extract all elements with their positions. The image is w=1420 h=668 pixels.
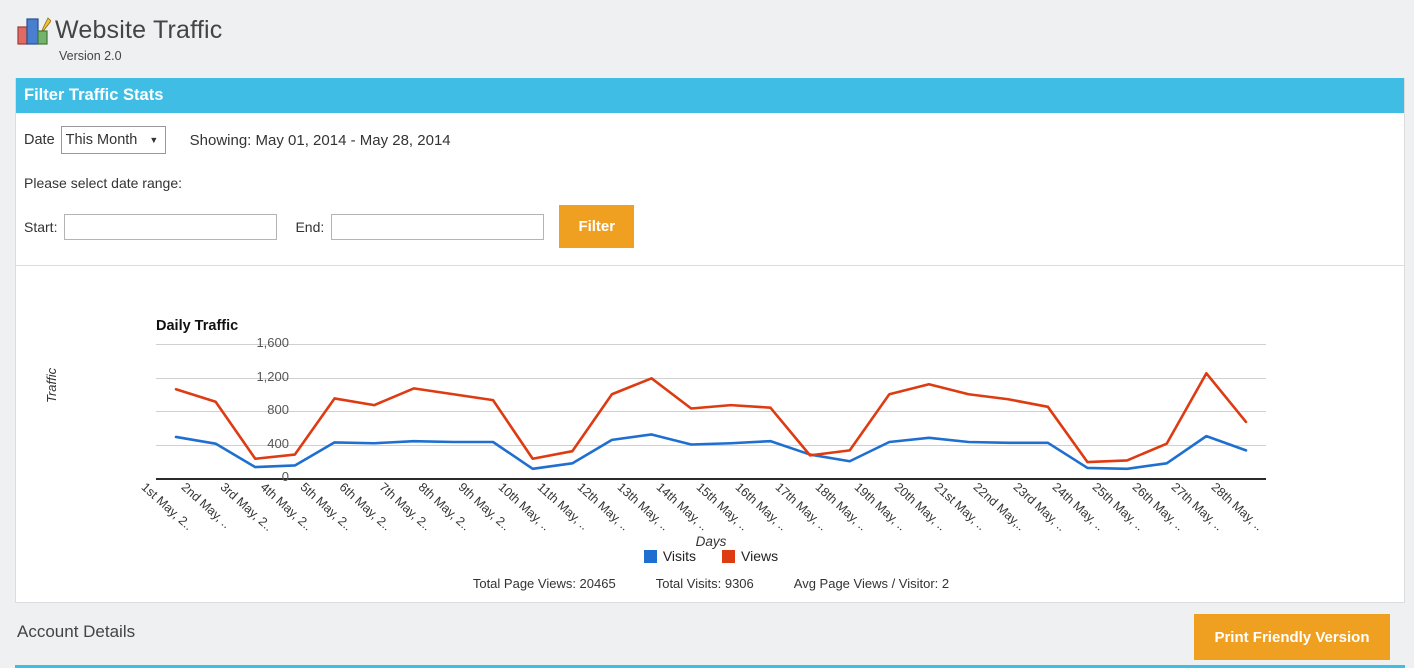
end-date-input[interactable] — [331, 213, 545, 240]
y-axis-title: Traffic — [44, 367, 59, 403]
y-axis-tick-label: 400 — [267, 435, 289, 451]
end-label: End: — [295, 218, 325, 235]
print-friendly-version-button[interactable]: Print Friendly Version — [1194, 614, 1390, 660]
chart-plot-area — [156, 344, 1266, 480]
bar-chart-pencil-icon — [17, 16, 52, 46]
filter-panel-body: Date This Month ▼ Showing: May 01, 2014 … — [16, 113, 1404, 270]
date-label: Date — [24, 132, 55, 148]
chart-panel: Daily Traffic Traffic 0 400 800 1,200 1,600 … — [15, 265, 1405, 603]
start-date-input[interactable] — [64, 213, 278, 240]
app-version: Version 2.0 — [59, 49, 122, 63]
chart-x-axis-labels: 1st May, 2.. 2nd May, .. 3rd May, 2.. 4th M… — [139, 480, 1266, 540]
total-page-views-stat: Total Page Views: 20465 — [472, 576, 616, 591]
chart-series-layer — [156, 344, 1266, 478]
series-line-visits — [176, 434, 1246, 468]
y-axis-tick-label: 800 — [267, 402, 289, 417]
account-details-link[interactable]: Account Details — [17, 622, 135, 642]
showing-range-text: Showing: May 01, 2014 - May 28, 2014 — [189, 131, 451, 149]
legend-item: Views — [722, 548, 778, 564]
x-axis-title: Days — [695, 534, 727, 549]
chevron-down-icon: ▼ — [149, 134, 159, 145]
avg-page-views-stat: Avg Page Views / Visitor: 2 — [793, 576, 950, 591]
legend-label: Views — [741, 548, 779, 564]
app-header: Website Traffic Version 2.0 — [0, 0, 1420, 68]
page-title: Website Traffic — [55, 16, 223, 44]
date-range-select[interactable]: This Month ▼ — [60, 126, 166, 154]
legend-label: Visits — [662, 548, 697, 564]
filter-panel-header: Filter Traffic Stats — [16, 78, 1404, 113]
filter-button[interactable]: Filter — [559, 205, 635, 248]
filter-panel: Filter Traffic Stats Date This Month ▼ S… — [15, 78, 1405, 271]
legend-item: Visits — [643, 548, 697, 564]
legend-swatch-icon — [722, 549, 736, 563]
y-axis-tick-label: 1,600 — [256, 335, 289, 350]
date-range-select-value: This Month — [65, 132, 138, 148]
chart-legend: Visits Views — [16, 548, 1406, 564]
chart-title: Daily Traffic — [156, 318, 239, 334]
traffic-summary-stats: Total Page Views: 20465 Total Visits: 93… — [16, 576, 1406, 591]
page-right-edge — [1414, 0, 1420, 668]
y-axis-tick-label: 1,200 — [256, 368, 289, 384]
total-visits-stat: Total Visits: 9306 — [655, 576, 754, 591]
legend-swatch-icon — [643, 549, 657, 563]
series-line-views — [176, 373, 1246, 462]
date-range-hint: Please select date range: — [24, 175, 182, 191]
start-label: Start: — [24, 218, 58, 235]
